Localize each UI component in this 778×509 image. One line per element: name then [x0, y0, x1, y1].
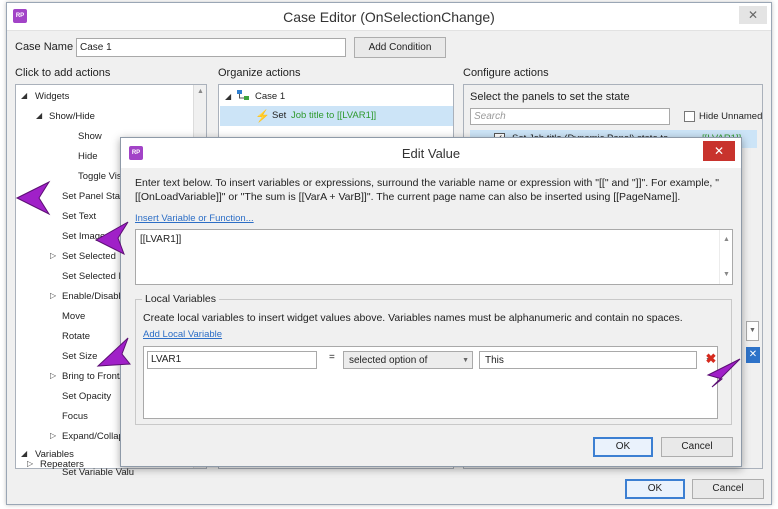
tree-item-repeaters[interactable]: Repeaters [40, 459, 84, 470]
case-name-input[interactable]: Case 1 [76, 38, 346, 57]
collapsed-arrow-icon[interactable]: ▷ [50, 371, 56, 380]
collapsed-arrow-icon[interactable]: ▷ [50, 431, 56, 440]
case-label[interactable]: Case 1 [255, 91, 285, 102]
tree-item-set-opacity[interactable]: Set Opacity [62, 391, 111, 402]
case-name-label: Case Name [15, 41, 74, 53]
tree-item-rotate[interactable]: Rotate [62, 331, 90, 342]
pointer-arrow-icon [706, 358, 741, 388]
tree-item-set-size[interactable]: Set Size [62, 351, 97, 362]
window-close-button[interactable]: ✕ [739, 6, 767, 24]
add-condition-button[interactable]: Add Condition [354, 37, 446, 58]
tree-item-bring-to-front[interactable]: Bring to Front/B [62, 371, 129, 382]
expand-arrow-icon[interactable]: ◢ [36, 111, 42, 120]
hide-unnamed-label: Hide Unnamed [699, 111, 763, 122]
remove-icon[interactable]: ✕ [746, 347, 760, 363]
selected-action-row[interactable]: ⚡ Set Job title to [[LVAR1]] [220, 106, 453, 126]
scroll-up-icon[interactable]: ▲ [720, 233, 733, 246]
variable-name-input[interactable]: LVAR1 [147, 351, 317, 369]
title-bar: RP Case Editor (OnSelectionChange) ✕ [7, 3, 771, 31]
pointer-arrow-icon [15, 180, 51, 216]
dialog-ok-button[interactable]: OK [593, 437, 653, 457]
dropdown-arrow-icon[interactable]: ▼ [746, 321, 759, 341]
dropdown-arrow-icon: ▼ [462, 357, 469, 364]
equals-sign: = [329, 352, 335, 363]
variable-target-value: This [485, 355, 504, 366]
variable-target-select[interactable]: This ▼ [479, 351, 712, 369]
tree-item-enable-disable[interactable]: Enable/Disable [62, 291, 126, 302]
scroll-down-icon[interactable]: ▼ [720, 268, 733, 281]
dialog-title-bar: RP Edit Value ✕ [121, 138, 741, 168]
textarea-scrollbar[interactable]: ▲ ▼ [719, 230, 732, 284]
middle-panel-heading: Organize actions [218, 67, 301, 79]
tree-item-show-hide[interactable]: Show/Hide [49, 111, 95, 122]
dialog-title: Edit Value [401, 146, 461, 161]
dialog-instructions: Enter text below. To insert variables or… [135, 177, 719, 203]
tree-item-move[interactable]: Move [62, 311, 85, 322]
case-icon [237, 90, 249, 101]
local-variables-group: Local Variables Create local variables t… [135, 293, 732, 425]
edit-value-dialog: RP Edit Value ✕ Enter text below. To ins… [120, 137, 742, 467]
tree-item-hide[interactable]: Hide [78, 151, 98, 162]
dialog-cancel-button[interactable]: Cancel [661, 437, 733, 457]
pointer-arrow-icon [96, 337, 131, 367]
local-variables-legend: Local Variables [142, 293, 220, 305]
local-variables-description: Create local variables to insert widget … [143, 312, 683, 324]
expand-arrow-icon[interactable]: ◢ [21, 449, 27, 458]
collapsed-arrow-icon[interactable]: ▷ [50, 291, 56, 300]
tree-item-set-selected-list[interactable]: Set Selected Li [62, 271, 126, 282]
expand-arrow-icon[interactable]: ◢ [225, 92, 231, 101]
action-text: Job title to [[LVAR1]] [291, 110, 377, 121]
insert-variable-link[interactable]: Insert Variable or Function... [135, 213, 254, 224]
value-text: [[LVAR1]] [140, 234, 182, 245]
pointer-arrow-icon [94, 221, 129, 256]
scroll-up-icon[interactable]: ▲ [194, 85, 207, 98]
value-textarea[interactable]: [[LVAR1]] ▲ ▼ [135, 229, 733, 285]
window-title: Case Editor (OnSelectionChange) [283, 9, 495, 25]
tree-item-set-text[interactable]: Set Text [62, 211, 96, 222]
search-input[interactable]: Search [470, 108, 670, 125]
right-panel-heading: Configure actions [463, 67, 549, 79]
tree-item-widgets[interactable]: Widgets [35, 91, 69, 102]
tree-item-show[interactable]: Show [78, 131, 102, 142]
lightning-icon: ⚡ [255, 109, 270, 123]
dialog-close-button[interactable]: ✕ [703, 141, 735, 161]
left-panel-heading: Click to add actions [15, 67, 111, 79]
local-variables-list: LVAR1 = selected option of ▼ This ▼ ✖ [143, 346, 718, 419]
collapsed-arrow-icon[interactable]: ▷ [27, 459, 33, 468]
add-local-variable-link[interactable]: Add Local Variable [143, 329, 222, 340]
ok-button[interactable]: OK [625, 479, 685, 499]
variable-type-value: selected option of [349, 355, 428, 366]
configure-subheading: Select the panels to set the state [470, 91, 630, 103]
collapsed-arrow-icon[interactable]: ▷ [50, 251, 56, 260]
cancel-button[interactable]: Cancel [692, 479, 764, 499]
tree-item-focus[interactable]: Focus [62, 411, 88, 422]
variable-type-select[interactable]: selected option of ▼ [343, 351, 473, 369]
tree-item-set-panel-state[interactable]: Set Panel State [62, 191, 128, 202]
action-prefix: Set [272, 110, 287, 121]
expand-arrow-icon[interactable]: ◢ [21, 91, 27, 100]
hide-unnamed-checkbox[interactable] [684, 111, 695, 122]
